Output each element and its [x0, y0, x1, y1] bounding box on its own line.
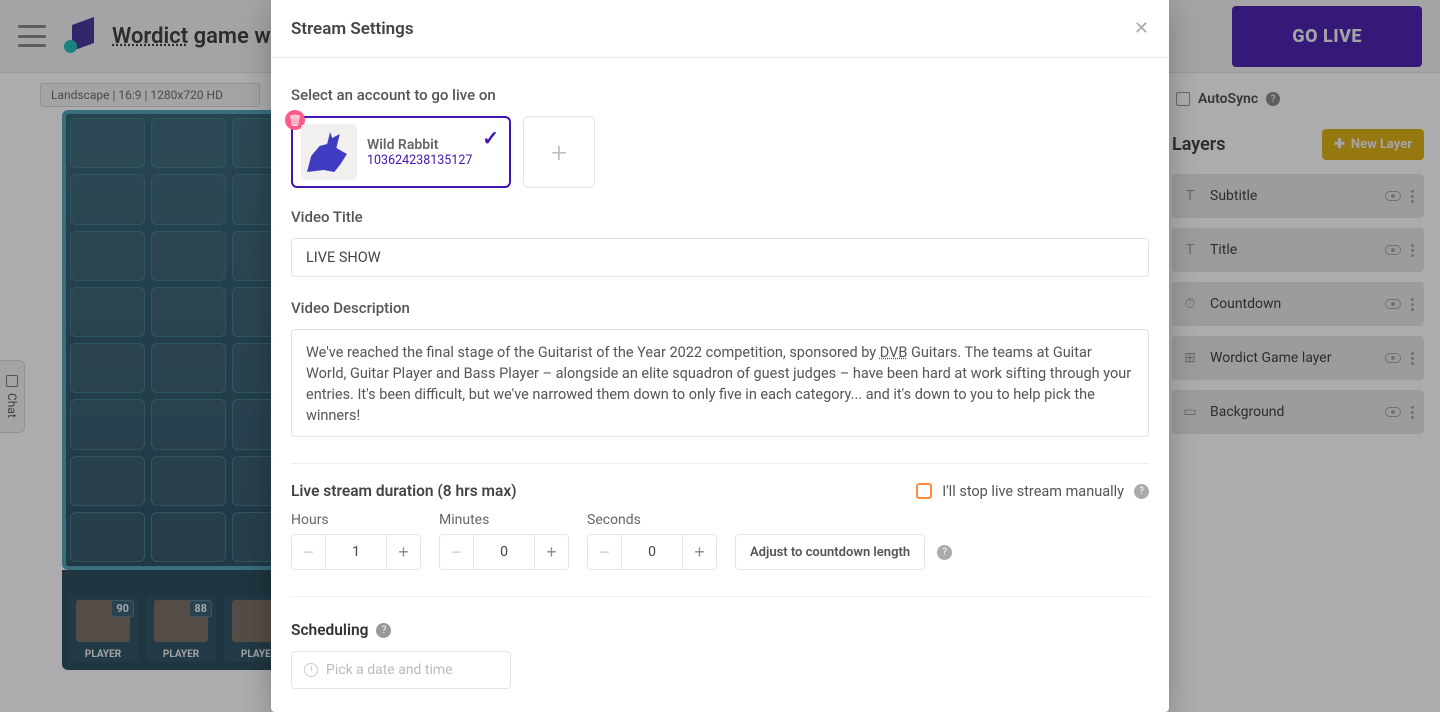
video-description-input[interactable]: We've reached the final stage of the Gui…: [291, 329, 1149, 437]
video-title-input[interactable]: [291, 238, 1149, 277]
help-icon[interactable]: ?: [937, 545, 952, 560]
hours-decrement[interactable]: −: [292, 535, 326, 569]
hours-stepper: − 1 +: [291, 534, 421, 570]
minutes-decrement[interactable]: −: [440, 535, 474, 569]
manual-stop-label: I'll stop live stream manually: [942, 483, 1124, 500]
modal-title: Stream Settings: [291, 19, 414, 39]
help-icon[interactable]: ?: [376, 623, 391, 638]
seconds-value: 0: [622, 535, 682, 569]
duration-label: Live stream duration (8 hrs max): [291, 482, 517, 500]
close-icon[interactable]: ✕: [1134, 18, 1149, 39]
minutes-label: Minutes: [439, 512, 569, 528]
account-avatar: [301, 124, 357, 180]
adjust-countdown-button[interactable]: Adjust to countdown length: [735, 534, 925, 570]
seconds-stepper: − 0 +: [587, 534, 717, 570]
select-account-label: Select an account to go live on: [291, 86, 1149, 104]
hours-label: Hours: [291, 512, 421, 528]
video-desc-label: Video Description: [291, 299, 1149, 317]
manual-stop-checkbox[interactable]: [916, 483, 932, 499]
stream-settings-modal: Stream Settings ✕ Select an account to g…: [271, 0, 1169, 712]
seconds-label: Seconds: [587, 512, 717, 528]
scheduling-label: Scheduling: [291, 621, 368, 639]
account-name: Wild Rabbit: [367, 137, 501, 153]
video-title-label: Video Title: [291, 208, 1149, 226]
add-account-button[interactable]: +: [523, 116, 595, 188]
minutes-value: 0: [474, 535, 534, 569]
help-icon[interactable]: ?: [1134, 484, 1149, 499]
minutes-increment[interactable]: +: [534, 535, 568, 569]
seconds-increment[interactable]: +: [682, 535, 716, 569]
account-id: 103624238135127: [367, 153, 501, 168]
clock-icon: [304, 663, 318, 677]
hours-increment[interactable]: +: [386, 535, 420, 569]
seconds-decrement[interactable]: −: [588, 535, 622, 569]
account-card[interactable]: 🗑 Wild Rabbit 103624238135127 ✓: [291, 116, 511, 188]
minutes-stepper: − 0 +: [439, 534, 569, 570]
hours-value: 1: [326, 535, 386, 569]
modal-overlay: Stream Settings ✕ Select an account to g…: [0, 0, 1440, 712]
datepick-placeholder: Pick a date and time: [326, 662, 453, 678]
check-icon: ✓: [482, 126, 499, 150]
schedule-datetime-input[interactable]: Pick a date and time: [291, 651, 511, 689]
